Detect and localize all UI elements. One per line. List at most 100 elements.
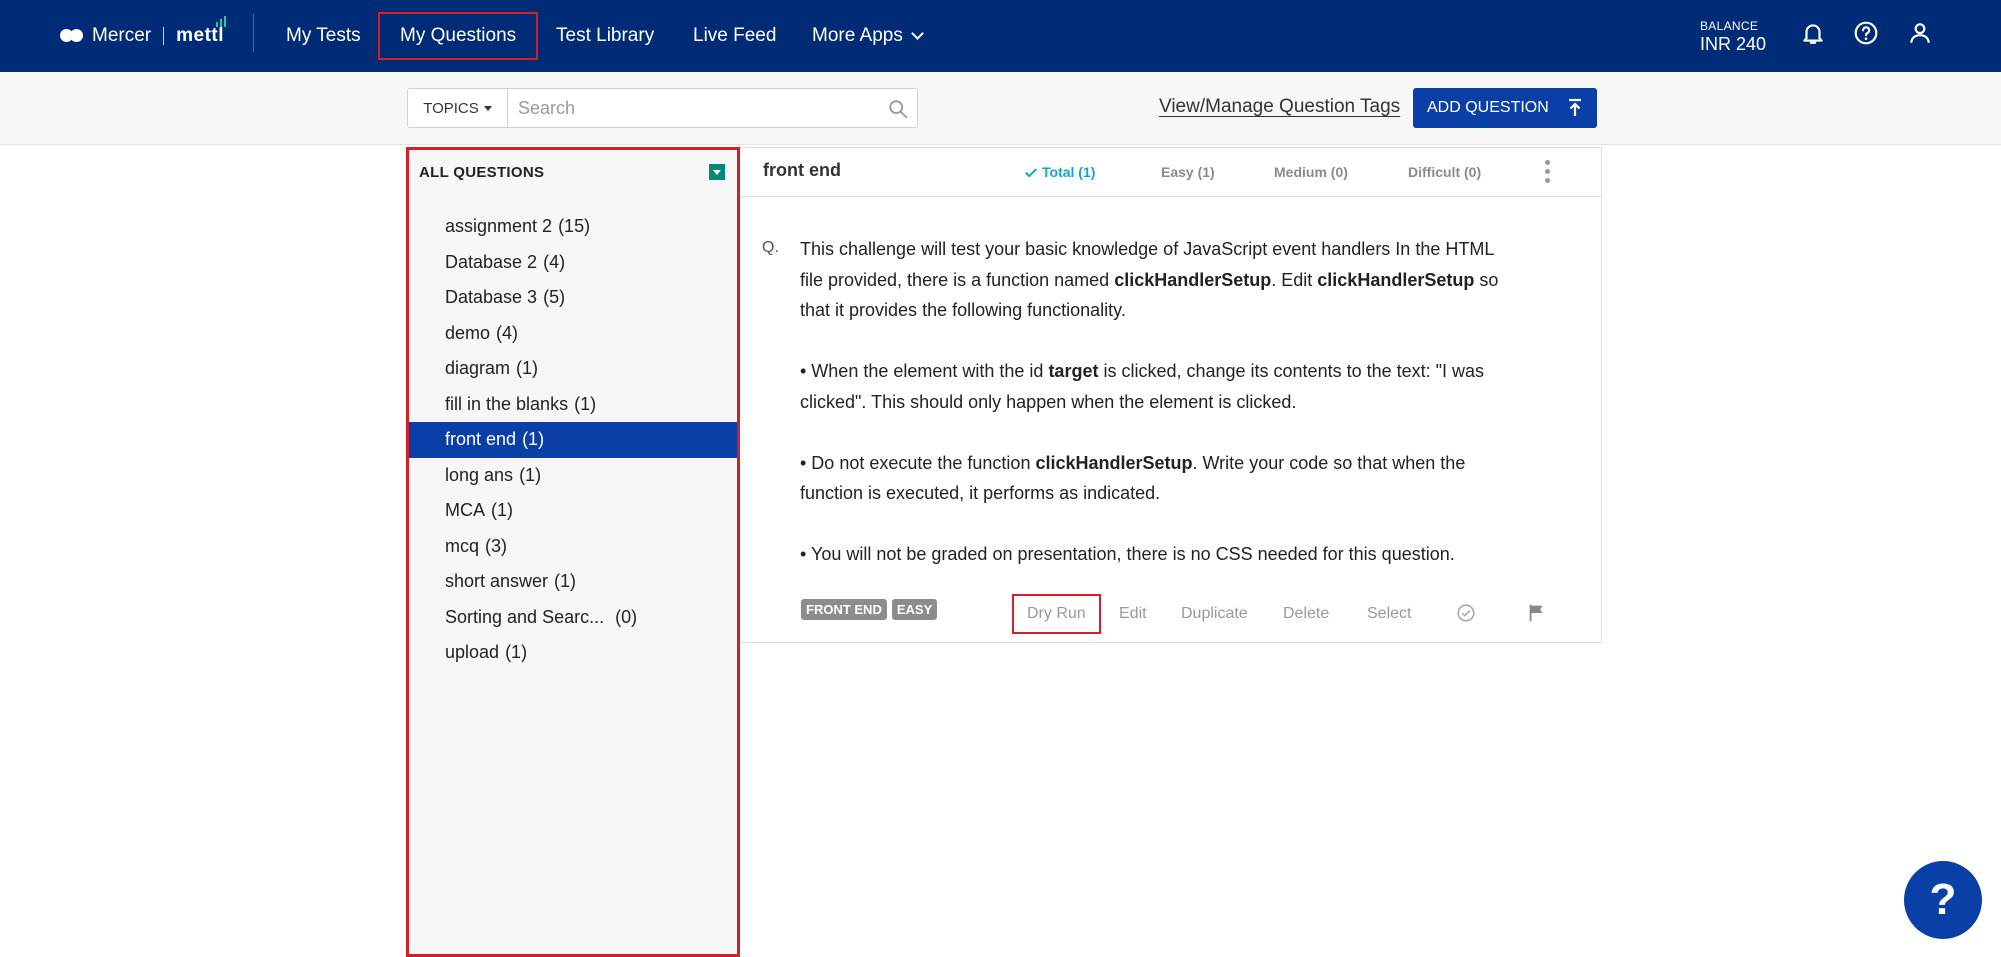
topic-name: upload — [445, 642, 500, 663]
topic-count: (1) — [516, 358, 539, 379]
filter-total[interactable]: Total (1) — [1024, 164, 1096, 180]
caret-down-icon — [483, 105, 492, 111]
edit-button[interactable]: Edit — [1119, 594, 1147, 634]
topic-count: (4) — [496, 322, 519, 343]
topic-name: Database 3 — [445, 287, 538, 308]
topic-item-fill-in-the-blanks[interactable]: fill in the blanks (1) — [409, 387, 737, 423]
add-question-button[interactable]: ADD QUESTION — [1413, 88, 1597, 128]
topic-item-database-2[interactable]: Database 2 (4) — [409, 245, 737, 281]
collapse-toggle-icon[interactable] — [709, 164, 725, 180]
topic-item-sorting-and-searching[interactable]: Sorting and Searc... (0) — [409, 600, 737, 636]
bell-icon[interactable] — [1800, 20, 1826, 46]
duplicate-label: Duplicate — [1181, 605, 1248, 622]
dry-run-button[interactable]: Dry Run — [1012, 594, 1101, 634]
filter-easy[interactable]: Easy (1) — [1161, 164, 1215, 180]
code-term: target — [1048, 361, 1099, 381]
question-panel-header: front end Total (1) Easy (1) Medium (0) … — [740, 148, 1602, 197]
balance-value: INR 240 — [1700, 34, 1767, 54]
topic-name: front end — [445, 429, 517, 450]
topic-count: (15) — [558, 216, 591, 237]
duplicate-button[interactable]: Duplicate — [1181, 594, 1248, 634]
dry-run-label: Dry Run — [1027, 605, 1086, 622]
select-button[interactable]: Select — [1367, 594, 1411, 634]
check-icon — [1024, 165, 1038, 178]
user-icon[interactable] — [1907, 20, 1933, 46]
balance-label: BALANCE — [1700, 19, 1759, 33]
filter-difficult[interactable]: Difficult (0) — [1408, 164, 1481, 180]
nav-more-apps[interactable]: More Apps — [792, 12, 942, 60]
topic-item-long-ans[interactable]: long ans (1) — [409, 458, 737, 494]
topic-title: front end — [763, 160, 841, 180]
delete-button[interactable]: Delete — [1283, 594, 1329, 634]
search-icon[interactable] — [887, 98, 909, 120]
filter-easy-label: Easy (1) — [1161, 164, 1215, 180]
topic-item-upload[interactable]: upload (1) — [409, 635, 737, 671]
text-run: • Do not execute the function — [800, 452, 1036, 473]
question-paragraph-3: • Do not execute the function clickHandl… — [800, 448, 1520, 509]
filter-medium[interactable]: Medium (0) — [1274, 164, 1348, 180]
topic-item-diagram[interactable]: diagram (1) — [409, 351, 737, 387]
nav-my-questions[interactable]: My Questions — [378, 12, 539, 60]
code-term: clickHandlerSetup — [1114, 269, 1272, 290]
topic-list: assignment 2 (15) Database 2 (4) Database … — [409, 209, 737, 671]
manage-tags-link[interactable]: View/Manage Question Tags — [1159, 96, 1400, 118]
topic-count: (5) — [543, 287, 566, 308]
question-paragraph-4: • You will not be graded on presentation… — [800, 544, 1455, 564]
topic-item-mcq[interactable]: mcq (3) — [409, 529, 737, 565]
topic-count: (1) — [491, 500, 513, 521]
topic-item-database-3[interactable]: Database 3 (5) — [409, 280, 737, 316]
select-label: Select — [1367, 605, 1412, 622]
more-options-icon[interactable] — [1545, 160, 1551, 183]
topic-name: mcq — [445, 535, 480, 556]
question-paragraph-1: This challenge will test your basic know… — [800, 234, 1520, 326]
topic-count: (1) — [519, 464, 542, 485]
topic-name: MCA — [445, 500, 485, 521]
topic-item-short-answer[interactable]: short answer (1) — [409, 564, 737, 600]
topic-name: demo — [445, 322, 491, 343]
text-run: • When the element with the id — [800, 361, 1049, 381]
help-question-icon: ? — [1929, 875, 1957, 924]
nav-my-tests[interactable]: My Tests — [266, 12, 381, 60]
mercer-logo-icon — [60, 29, 84, 43]
brand-separator — [163, 27, 165, 45]
all-questions-label: ALL QUESTIONS — [419, 163, 545, 181]
topic-count: (4) — [543, 251, 566, 272]
topic-item-assignment-2[interactable]: assignment 2 (15) — [409, 209, 737, 245]
search-box — [507, 88, 918, 128]
code-term: clickHandlerSetup — [1317, 269, 1475, 290]
nav-more-apps-label: More Apps — [812, 25, 903, 46]
search-input[interactable] — [508, 89, 868, 127]
topic-count: (1) — [554, 571, 577, 592]
question-text: This challenge will test your basic know… — [800, 234, 1520, 600]
topic-item-demo[interactable]: demo (4) — [409, 316, 737, 352]
nav-test-library[interactable]: Test Library — [536, 12, 674, 60]
topic-name: long ans — [445, 464, 514, 485]
topics-dropdown[interactable]: TOPICS — [407, 88, 507, 128]
topic-name: fill in the blanks — [445, 393, 569, 414]
help-chat-button[interactable]: ? — [1904, 861, 1982, 939]
topic-count: (0) — [610, 606, 638, 627]
brand-mettl: mettl — [176, 16, 227, 47]
balance-display: BALANCE INR 240 — [1700, 19, 1766, 55]
brand-mercer: Mercer — [92, 25, 152, 46]
topic-name: assignment 2 — [445, 216, 553, 237]
brand-logo[interactable]: Mercer mettl — [60, 16, 227, 50]
question-panel: front end Total (1) Easy (1) Medium (0) … — [740, 147, 1602, 643]
mettl-bars-icon — [216, 16, 227, 27]
question-tags: FRONT END EASY — [801, 599, 938, 620]
check-circle-icon[interactable] — [1455, 602, 1477, 624]
delete-label: Delete — [1283, 605, 1330, 622]
topic-count: (3) — [485, 535, 508, 556]
help-circle-icon[interactable] — [1853, 20, 1879, 46]
chevron-down-icon — [910, 26, 924, 40]
nav-live-feed[interactable]: Live Feed — [673, 12, 796, 60]
nav-divider — [253, 14, 254, 52]
all-questions-header[interactable]: ALL QUESTIONS — [409, 150, 737, 194]
topic-item-front-end[interactable]: front end (1) — [409, 422, 737, 458]
flag-icon[interactable] — [1526, 602, 1548, 624]
filter-total-label: Total (1) — [1042, 164, 1096, 180]
topic-item-mca[interactable]: MCA (1) — [409, 493, 737, 529]
code-term: clickHandlerSetup — [1035, 452, 1193, 473]
topic-count: (1) — [522, 429, 545, 450]
tag-difficulty: EASY — [891, 599, 938, 620]
